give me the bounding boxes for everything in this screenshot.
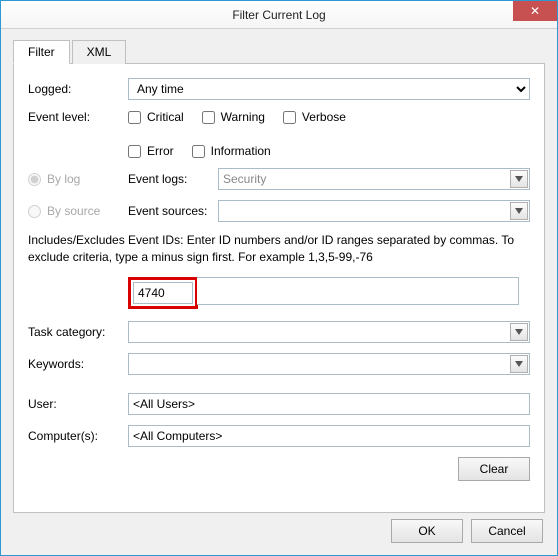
tab-filter[interactable]: Filter — [13, 40, 70, 64]
chevron-down-icon — [510, 355, 528, 373]
user-input[interactable] — [128, 393, 530, 415]
chevron-down-icon — [510, 323, 528, 341]
event-sources-combo[interactable] — [218, 200, 530, 222]
task-category-label: Task category: — [28, 325, 128, 339]
computers-label: Computer(s): — [28, 429, 128, 443]
error-checkbox[interactable] — [128, 145, 141, 158]
by-source-radio-wrap: By source — [28, 204, 128, 218]
event-level-label: Event level: — [28, 110, 128, 124]
event-id-input-rest[interactable] — [197, 277, 519, 305]
dialog-button-row: OK Cancel — [391, 519, 543, 543]
warning-checkbox[interactable] — [202, 111, 215, 124]
verbose-checkbox-wrap: Verbose — [283, 110, 346, 124]
tabstrip: Filter XML — [13, 39, 545, 63]
keywords-label: Keywords: — [28, 357, 128, 371]
event-logs-value: Security — [223, 172, 509, 186]
event-logs-combo[interactable]: Security — [218, 168, 530, 190]
chevron-down-icon — [510, 202, 528, 220]
event-id-input[interactable] — [133, 282, 193, 304]
verbose-checkbox[interactable] — [283, 111, 296, 124]
close-icon: ✕ — [530, 5, 540, 17]
logged-select[interactable]: Any time — [128, 78, 530, 100]
tab-xml[interactable]: XML — [72, 40, 127, 64]
titlebar: Filter Current Log ✕ — [1, 1, 557, 29]
ok-button[interactable]: OK — [391, 519, 463, 543]
close-button[interactable]: ✕ — [513, 1, 557, 21]
critical-checkbox-wrap: Critical — [128, 110, 184, 124]
information-label: Information — [211, 144, 271, 158]
task-category-combo[interactable] — [128, 321, 530, 343]
tab-panel-filter: Logged: Any time Event level: Critical — [13, 63, 545, 513]
content-area: Filter XML Logged: Any time Event level:… — [1, 29, 557, 525]
window-title: Filter Current Log — [232, 8, 325, 22]
event-sources-label: Event sources: — [128, 204, 218, 218]
chevron-down-icon — [510, 170, 528, 188]
by-source-label: By source — [47, 204, 100, 218]
error-checkbox-wrap: Error — [128, 144, 174, 158]
by-log-radio — [28, 173, 41, 186]
verbose-label: Verbose — [302, 110, 346, 124]
cancel-button[interactable]: Cancel — [471, 519, 543, 543]
dialog-window: Filter Current Log ✕ Filter XML Logged: … — [0, 0, 558, 556]
event-logs-label: Event logs: — [128, 172, 218, 186]
event-id-wrap — [128, 277, 530, 309]
clear-button[interactable]: Clear — [458, 457, 530, 481]
warning-checkbox-wrap: Warning — [202, 110, 265, 124]
logged-label: Logged: — [28, 82, 128, 96]
information-checkbox-wrap: Information — [192, 144, 271, 158]
information-checkbox[interactable] — [192, 145, 205, 158]
error-label: Error — [147, 144, 174, 158]
by-log-label: By log — [47, 172, 80, 186]
by-source-radio — [28, 205, 41, 218]
event-id-help-text: Includes/Excludes Event IDs: Enter ID nu… — [28, 232, 530, 267]
warning-label: Warning — [221, 110, 265, 124]
by-log-radio-wrap: By log — [28, 172, 128, 186]
keywords-combo[interactable] — [128, 353, 530, 375]
computers-input[interactable] — [128, 425, 530, 447]
critical-label: Critical — [147, 110, 184, 124]
event-id-highlight — [128, 277, 198, 309]
user-label: User: — [28, 397, 128, 411]
critical-checkbox[interactable] — [128, 111, 141, 124]
